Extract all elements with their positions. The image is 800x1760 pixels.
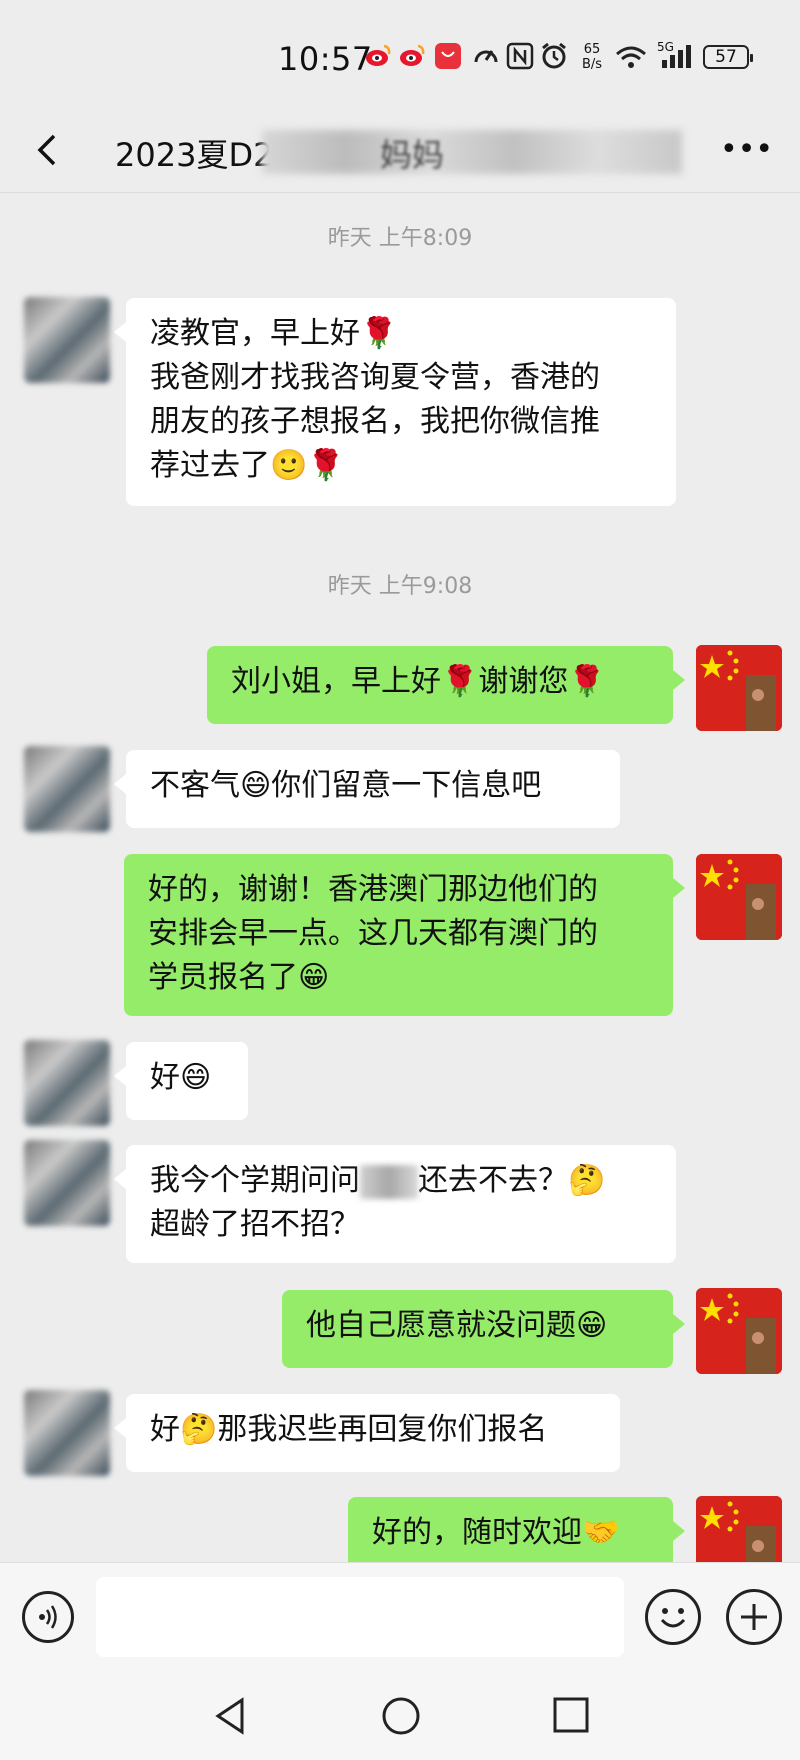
message-line: 不客气😄你们留意一下信息吧: [150, 768, 542, 803]
back-arrow-icon[interactable]: [28, 130, 68, 170]
nav-back-icon[interactable]: [212, 1696, 248, 1736]
chat-header: 2023夏D2 妈妈 •••: [0, 110, 800, 193]
smiley-face-icon: [660, 1608, 686, 1628]
contact-avatar[interactable]: [24, 297, 110, 383]
message-line: 超龄了招不招？: [150, 1207, 360, 1242]
message-line: 刘小姐，早上好🌹谢谢您🌹: [231, 664, 606, 699]
weibo-icon: [366, 44, 391, 66]
nav-recents-icon[interactable]: [552, 1696, 590, 1734]
redacted-title: [262, 130, 682, 174]
message-line: 朋友的孩子想报名，我把你微信推: [150, 404, 600, 439]
more-icon[interactable]: •••: [720, 132, 773, 167]
emoji-icon[interactable]: [645, 1589, 701, 1645]
message-bubble-left[interactable]: 好😄: [114, 1042, 248, 1120]
alarm-icon: [542, 42, 566, 69]
message-line: 我今个学期问问 还去不去？🤔: [150, 1159, 652, 1203]
message-bubble-left[interactable]: 凌教官，早上好🌹 我爸刚才找我咨询夏令营，香港的 朋友的孩子想报名，我把你微信推…: [114, 298, 676, 506]
redacted-name: [360, 1164, 418, 1199]
chat-title-tail: 妈妈: [380, 136, 445, 174]
status-bar: 10:57 65 B/s 5G 57: [0, 0, 800, 110]
message-bubble-right[interactable]: 他自己愿意就没问题😁: [282, 1290, 685, 1368]
message-bubble-left[interactable]: 不客气😄你们留意一下信息吧: [114, 750, 620, 828]
speed-icon: [474, 50, 498, 63]
china-flag-avatar-icon: [696, 854, 782, 940]
contact-avatar[interactable]: [24, 1040, 110, 1126]
message-bubble-right[interactable]: 好的，谢谢！香港澳门那边他们的 安排会早一点。这几天都有澳门的 学员报名了😁: [124, 854, 685, 1016]
message-line: 安排会早一点。这几天都有澳门的: [148, 916, 598, 951]
message-bubble-right[interactable]: 刘小姐，早上好🌹谢谢您🌹: [207, 646, 685, 724]
my-avatar[interactable]: [696, 645, 782, 731]
message-timestamp: 昨天 上午9:08: [327, 574, 473, 599]
message-line: 学员报名了😁: [148, 960, 330, 995]
battery-icon: 57: [703, 45, 753, 69]
signal-icon: [662, 45, 691, 68]
message-line: 好🤔那我迟些再回复你们报名: [150, 1412, 548, 1447]
message-bubble-left[interactable]: 好🤔那我迟些再回复你们报名: [114, 1394, 620, 1472]
huawei-app-icon: [435, 43, 461, 69]
message-timestamp: 昨天 上午8:09: [327, 226, 473, 251]
message-line: 好的，谢谢！香港澳门那边他们的: [148, 872, 598, 907]
voice-icon[interactable]: [22, 1591, 74, 1643]
contact-avatar[interactable]: [24, 746, 110, 832]
nav-home-icon[interactable]: [381, 1696, 421, 1736]
message-bubble-left[interactable]: 我今个学期问问 还去不去？🤔 超龄了招不招？: [114, 1145, 676, 1263]
chat-title: 2023夏D2: [115, 136, 274, 174]
input-bar: [0, 1562, 800, 1673]
status-time: 10:57: [278, 40, 373, 78]
net-speed-unit: B/s: [582, 57, 603, 72]
plus-sign-icon: [741, 1604, 767, 1630]
net-speed: 65 B/s: [582, 42, 602, 72]
nfc-icon: [506, 42, 534, 70]
message-line: 他自己愿意就没问题😁: [306, 1308, 608, 1343]
plus-icon[interactable]: [726, 1589, 782, 1645]
message-text: 我今个学期问问: [150, 1163, 360, 1198]
message-line: 凌教官，早上好🌹: [150, 316, 398, 351]
message-line: 好的，随时欢迎🤝: [372, 1515, 620, 1550]
system-nav-bar: [0, 1672, 800, 1760]
contact-avatar[interactable]: [24, 1390, 110, 1476]
message-input[interactable]: [96, 1577, 624, 1657]
wifi-icon: [616, 46, 646, 68]
my-avatar[interactable]: [696, 1288, 782, 1374]
message-line: 我爸刚才找我咨询夏令营，香港的: [150, 360, 600, 395]
china-flag-avatar-icon: [696, 645, 782, 731]
voice-wave-icon: [39, 1605, 57, 1629]
contact-avatar[interactable]: [24, 1140, 110, 1226]
message-line: 好😄: [150, 1060, 212, 1095]
message-line: 荐过去了🙂🌹: [150, 448, 345, 483]
weibo-icon: [400, 44, 425, 66]
net-speed-value: 65: [583, 42, 601, 57]
my-avatar[interactable]: [696, 854, 782, 940]
message-text: 还去不去？🤔: [418, 1163, 606, 1198]
china-flag-avatar-icon: [696, 1288, 782, 1374]
